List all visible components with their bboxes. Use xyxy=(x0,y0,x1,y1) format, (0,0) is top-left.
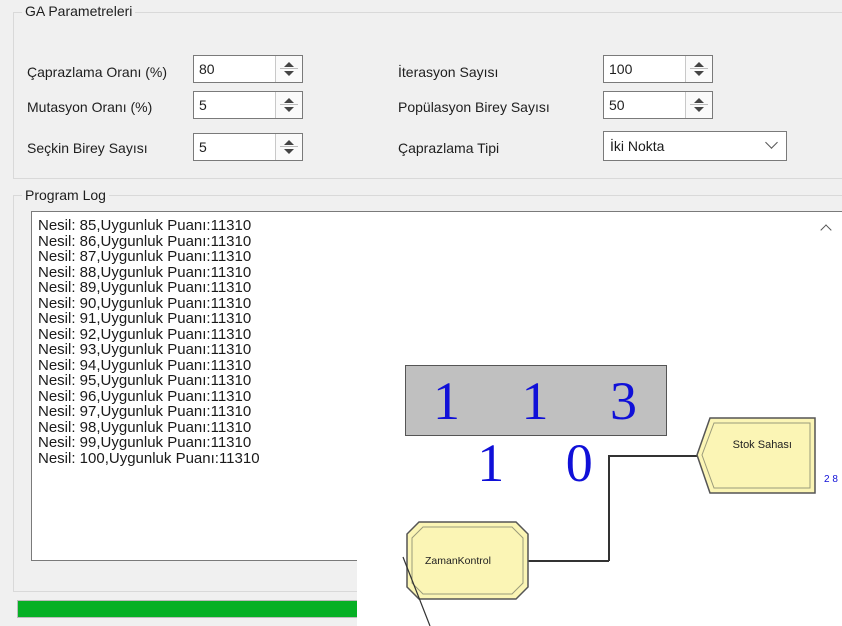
mutation-rate-input[interactable]: 5 xyxy=(193,91,303,119)
crossover-rate-input[interactable]: 80 xyxy=(193,55,303,83)
population-size-input[interactable]: 50 xyxy=(603,91,713,119)
log-line: Nesil: 88,Uygunluk Puanı:11310 xyxy=(38,263,252,281)
connector-line xyxy=(402,556,431,626)
crossover-rate-value: 80 xyxy=(199,61,215,77)
crossover-type-select[interactable]: İki Nokta xyxy=(603,131,787,161)
ga-form: GA Parametreleri Çaprazlama Oranı (%) 80… xyxy=(0,0,842,626)
crossover-type-value: İki Nokta xyxy=(610,138,665,154)
counter-value: 1 1 3 1 0 xyxy=(433,371,661,493)
log-line: Nesil: 85,Uygunluk Puanı:11310 xyxy=(38,217,252,234)
iteration-count-label: İterasyon Sayısı xyxy=(398,64,499,80)
log-line: Nesil: 92,Uygunluk Puanı:11310 xyxy=(38,325,252,343)
population-size-label: Popülasyon Birey Sayısı xyxy=(398,99,550,115)
log-line: Nesil: 94,Uygunluk Puanı:11310 xyxy=(38,356,252,374)
objective-counter-display: 1 1 3 1 0 xyxy=(405,365,667,493)
iteration-count-spinner[interactable] xyxy=(685,56,712,82)
log-line: Nesil: 98,Uygunluk Puanı:11310 xyxy=(38,418,252,436)
crossover-rate-spinner[interactable] xyxy=(275,56,302,82)
stock-area-module[interactable] xyxy=(694,415,824,497)
log-line: Nesil: 91,Uygunluk Puanı:11310 xyxy=(38,310,252,327)
elite-count-label: Seçkin Birey Sayısı xyxy=(27,140,148,156)
elite-count-input[interactable]: 5 xyxy=(193,133,303,161)
log-line: Nesil: 93,Uygunluk Puanı:11310 xyxy=(38,341,252,358)
crossover-rate-label: Çaprazlama Oranı (%) xyxy=(27,64,168,80)
spin-down-icon[interactable] xyxy=(694,107,704,112)
spin-down-icon[interactable] xyxy=(284,149,294,154)
log-line: Nesil: 97,Uygunluk Puanı:11310 xyxy=(38,403,252,420)
population-size-value: 50 xyxy=(609,97,625,113)
log-line: Nesil: 86,Uygunluk Puanı:11310 xyxy=(38,232,252,250)
connector-line xyxy=(528,560,609,562)
spin-down-icon[interactable] xyxy=(694,71,704,76)
scroll-up-icon[interactable] xyxy=(820,224,832,236)
connector-line xyxy=(608,455,699,457)
log-lines: Nesil: 85,Uygunluk Puanı:11310 Nesil: 86… xyxy=(38,218,260,466)
mutation-rate-spinner[interactable] xyxy=(275,92,302,118)
crossover-type-label: Çaprazlama Tipi xyxy=(398,140,500,156)
spin-down-icon[interactable] xyxy=(284,107,294,112)
spin-down-icon[interactable] xyxy=(284,71,294,76)
log-line: Nesil: 99,Uygunluk Puanı:11310 xyxy=(38,434,252,451)
spin-up-icon[interactable] xyxy=(284,62,294,67)
chevron-down-icon[interactable] xyxy=(765,136,778,149)
iteration-count-input[interactable]: 100 xyxy=(603,55,713,83)
mutation-rate-value: 5 xyxy=(199,97,207,113)
program-log-title: Program Log xyxy=(22,187,109,203)
log-line: Nesil: 87,Uygunluk Puanı:11310 xyxy=(38,248,252,265)
stock-area-count: 2 8 xyxy=(824,474,838,485)
iteration-count-value: 100 xyxy=(609,61,633,77)
log-line: Nesil: 90,Uygunluk Puanı:11310 xyxy=(38,294,252,312)
mutation-rate-label: Mutasyon Oranı (%) xyxy=(27,99,153,115)
elite-count-value: 5 xyxy=(199,139,207,155)
log-line: Nesil: 100,Uygunluk Puanı:11310 xyxy=(38,449,260,467)
population-size-spinner[interactable] xyxy=(685,92,712,118)
log-line: Nesil: 89,Uygunluk Puanı:11310 xyxy=(38,279,252,296)
spin-up-icon[interactable] xyxy=(284,98,294,103)
elite-count-spinner[interactable] xyxy=(275,134,302,160)
ga-params-title: GA Parametreleri xyxy=(22,3,136,19)
stock-area-label: Stok Sahası xyxy=(732,439,792,451)
spin-up-icon[interactable] xyxy=(284,140,294,145)
spin-up-icon[interactable] xyxy=(694,98,704,103)
log-line: Nesil: 95,Uygunluk Puanı:11310 xyxy=(38,372,252,389)
spin-up-icon[interactable] xyxy=(694,62,704,67)
log-line: Nesil: 96,Uygunluk Puanı:11310 xyxy=(38,387,252,405)
connector-line xyxy=(608,455,610,561)
